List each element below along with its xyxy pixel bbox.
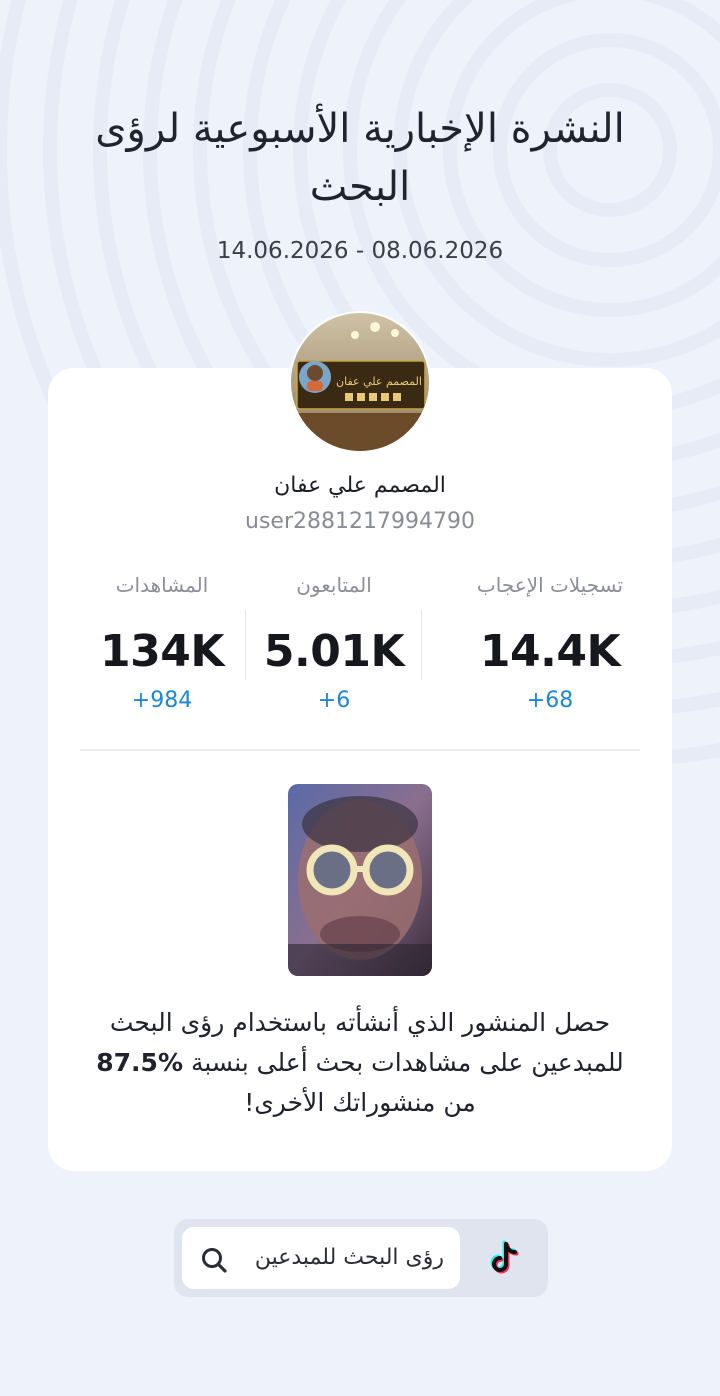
post-thumbnail[interactable] (288, 784, 432, 976)
post-image (288, 784, 432, 976)
bottom-search-bar: رؤى البحث للمبدعين (174, 1219, 548, 1297)
date-range: 14.06.2026 - 08.06.2026 (216, 238, 504, 264)
promo-percent: %87.5 (96, 1048, 184, 1077)
stat-likes: تسجيلات الإعجاب 14.4K 68+ (460, 568, 640, 713)
search-icon (202, 1248, 227, 1273)
stat-value: 5.01K (263, 626, 405, 677)
avatar-image: المصمم علي عفان (291, 313, 429, 451)
stat-views: المشاهدات 134K 984+ (72, 568, 252, 713)
search-label: رؤى البحث للمبدعين (254, 1245, 444, 1270)
card-divider (80, 749, 640, 751)
promo-text-after: من منشوراتك الأخرى! (244, 1088, 476, 1117)
display-name: المصمم علي عفان (274, 473, 446, 498)
stat-label: المتابعون (296, 573, 372, 597)
stat-value: 14.4K (479, 626, 621, 677)
avatar: المصمم علي عفان (289, 311, 431, 453)
newsletter-header: النشرة الإخبارية الأسبوعية لرؤى البحث 14… (0, 100, 720, 264)
stat-delta: 68+ (526, 688, 574, 713)
stat-label: تسجيلات الإعجاب (476, 573, 624, 597)
search-pill-button[interactable]: رؤى البحث للمبدعين (182, 1227, 460, 1289)
stat-followers: المتابعون 5.01K 6+ (244, 568, 424, 713)
stat-delta: 6+ (317, 688, 351, 713)
stat-value: 134K (100, 626, 224, 677)
page-title: النشرة الإخبارية الأسبوعية لرؤى البحث (95, 106, 625, 210)
username: user2881217994790 (245, 509, 475, 534)
promo-text: حصل المنشور الذي أنشأته باستخدام رؤى الب… (90, 1003, 630, 1123)
stat-delta: 984+ (131, 688, 193, 713)
tiktok-logo-icon[interactable] (484, 1238, 524, 1278)
promo-text-before: حصل المنشور الذي أنشأته باستخدام رؤى الب… (109, 1008, 624, 1077)
stat-label: المشاهدات (115, 573, 209, 597)
stats-row: تسجيلات الإعجاب 14.4K 68+ المتابعون 5.01… (80, 568, 640, 718)
avatar-plaque-text: المصمم علي عفان (336, 375, 422, 388)
